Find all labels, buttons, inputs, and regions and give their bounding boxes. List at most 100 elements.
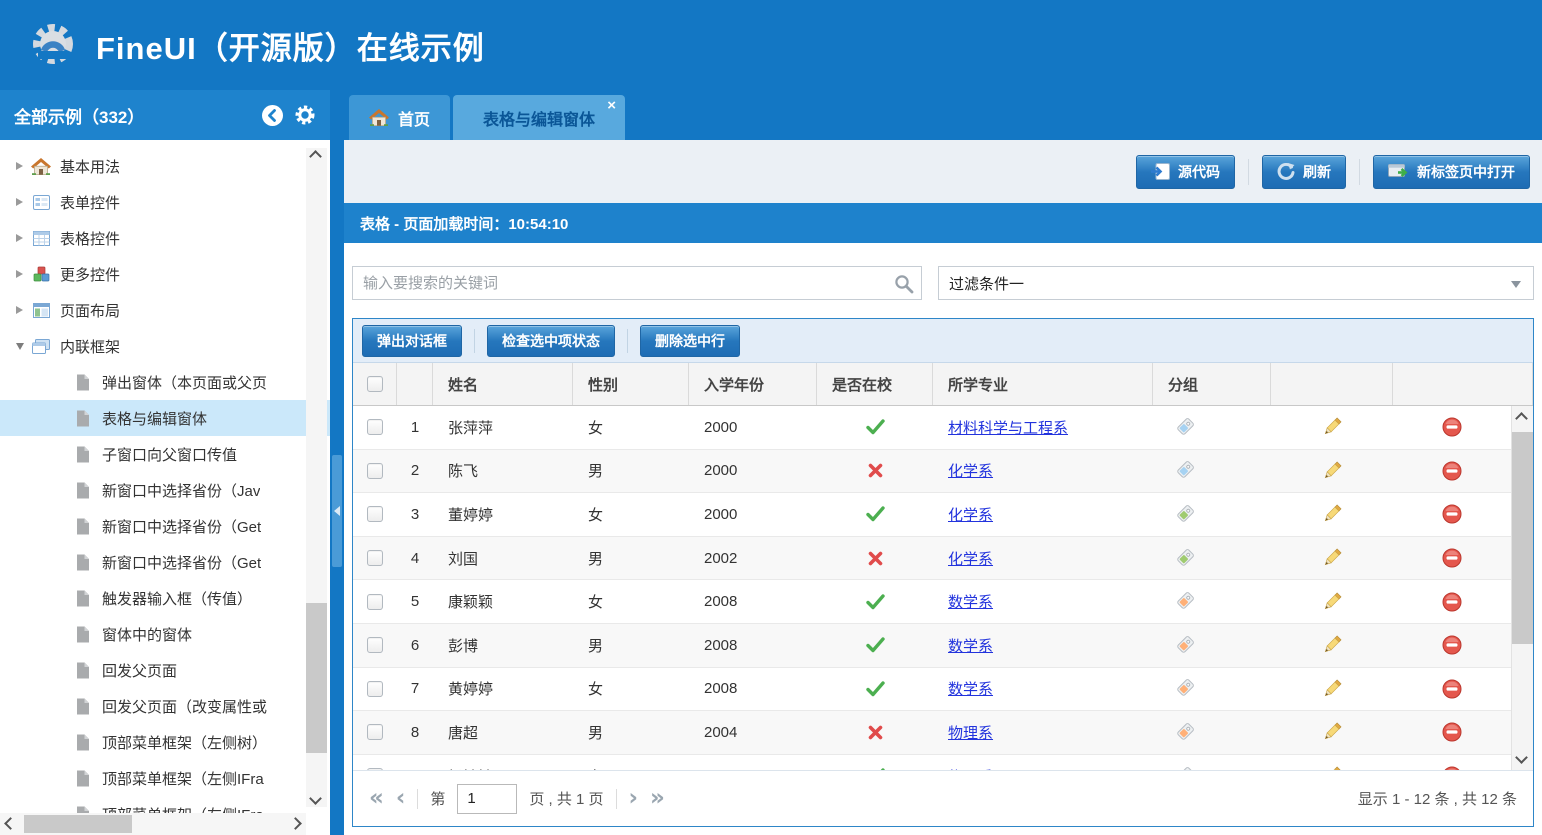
tree-item[interactable]: 更多控件 (0, 256, 330, 292)
tab-active[interactable]: 表格与编辑窗体× (453, 95, 625, 140)
delete-icon[interactable] (1442, 461, 1462, 481)
delete-icon[interactable] (1442, 679, 1462, 699)
column-header-7: 分组 (1153, 363, 1271, 405)
at-school-cell (817, 450, 933, 493)
at-school-cell (817, 624, 933, 667)
edit-icon[interactable] (1321, 460, 1343, 482)
refresh-button[interactable]: 刷新 (1262, 155, 1346, 189)
row-checkbox[interactable] (367, 419, 383, 435)
collapse-circle-icon[interactable] (261, 104, 284, 127)
major-link[interactable]: 化学系 (948, 460, 993, 481)
page-number-input[interactable] (457, 784, 517, 814)
grid-action-button[interactable]: 删除选中行 (640, 325, 740, 357)
close-icon[interactable]: × (607, 98, 616, 113)
scrollbar-thumb[interactable] (24, 815, 132, 833)
sidebar-splitter[interactable] (330, 90, 344, 835)
sidebar-vertical-scrollbar[interactable] (306, 148, 327, 807)
scroll-up-icon[interactable] (1515, 412, 1528, 425)
grid-rows: 1张萍萍女2000材料科学与工程系2陈飞男2000化学系3董婷婷女2000化学系… (353, 406, 1511, 770)
tree-item[interactable]: 子窗口向父窗口传值 (0, 436, 330, 472)
tree-item[interactable]: 内联框架 (0, 328, 330, 364)
tree-item[interactable]: 回发父页面（改变属性或 (0, 688, 330, 724)
first-page-button[interactable]: « (369, 787, 384, 810)
grid-action-button[interactable]: 弹出对话框 (362, 325, 462, 357)
edit-icon[interactable] (1321, 634, 1343, 656)
splitter-collapse-handle[interactable] (332, 455, 342, 567)
chevron-expanded-icon[interactable] (16, 343, 30, 350)
major-link[interactable]: 数学系 (948, 635, 993, 656)
chevron-collapsed-icon[interactable] (16, 270, 30, 278)
chevron-collapsed-icon[interactable] (16, 234, 30, 242)
newtab-button[interactable]: 新标签页中打开 (1373, 155, 1530, 189)
row-checkbox[interactable] (367, 637, 383, 653)
scroll-left-icon[interactable] (4, 817, 17, 830)
search-input[interactable] (353, 267, 921, 299)
tree-item[interactable]: 新窗口中选择省份（Get (0, 508, 330, 544)
major-link[interactable]: 数学系 (948, 591, 993, 612)
tree-item[interactable]: 表格控件 (0, 220, 330, 256)
chevron-collapsed-icon[interactable] (16, 306, 30, 314)
chevron-collapsed-icon[interactable] (16, 198, 30, 206)
filter-dropdown[interactable]: 过滤条件一 (938, 266, 1534, 300)
search-icon[interactable] (894, 274, 914, 299)
row-checkbox[interactable] (367, 506, 383, 522)
tree-item[interactable]: 窗体中的窗体 (0, 616, 330, 652)
edit-icon[interactable] (1321, 721, 1343, 743)
prev-page-button[interactable]: ‹ (396, 787, 405, 810)
scroll-up-icon[interactable] (309, 150, 322, 163)
tree-item[interactable]: 页面布局 (0, 292, 330, 328)
gear-icon[interactable] (294, 104, 316, 126)
edit-icon[interactable] (1321, 591, 1343, 613)
name-cell: 唐超 (433, 711, 573, 754)
row-checkbox[interactable] (367, 681, 383, 697)
tab-home[interactable]: 首页 (349, 95, 450, 140)
edit-icon[interactable] (1321, 678, 1343, 700)
tree-item[interactable]: 顶部菜单框架（左侧IFra (0, 760, 330, 796)
delete-icon[interactable] (1442, 722, 1462, 742)
source-button[interactable]: 源代码 (1136, 155, 1235, 189)
row-checkbox[interactable] (367, 594, 383, 610)
tree-item[interactable]: 触发器输入框（传值） (0, 580, 330, 616)
sidebar-horizontal-scrollbar[interactable] (0, 813, 306, 835)
major-link[interactable]: 材料科学与工程系 (948, 417, 1068, 438)
row-checkbox[interactable] (367, 550, 383, 566)
delete-icon[interactable] (1442, 592, 1462, 612)
tree-item[interactable]: 回发父页面 (0, 652, 330, 688)
edit-icon[interactable] (1321, 416, 1343, 438)
row-checkbox[interactable] (367, 724, 383, 740)
year-cell: 2000 (689, 450, 817, 493)
tree-item[interactable]: 新窗口中选择省份（Jav (0, 472, 330, 508)
tree-item[interactable]: 基本用法 (0, 148, 330, 184)
major-link[interactable]: 物理系 (948, 722, 993, 743)
delete-icon[interactable] (1442, 417, 1462, 437)
tree-item[interactable]: 新窗口中选择省份（Get (0, 544, 330, 580)
major-link[interactable]: 数学系 (948, 678, 993, 699)
delete-icon[interactable] (1442, 548, 1462, 568)
delete-icon[interactable] (1442, 635, 1462, 655)
scroll-right-icon[interactable] (289, 817, 302, 830)
scroll-down-icon[interactable] (1515, 751, 1528, 764)
tree-item[interactable]: 顶部菜单框架（左侧树） (0, 724, 330, 760)
next-page-button[interactable]: › (629, 787, 638, 810)
row-checkbox[interactable] (367, 463, 383, 479)
edit-icon[interactable] (1321, 547, 1343, 569)
chevron-collapsed-icon[interactable] (16, 162, 30, 170)
grid-action-button[interactable]: 检查选中项状态 (487, 325, 615, 357)
scroll-down-icon[interactable] (309, 792, 322, 805)
tree-item[interactable]: 弹出窗体（本页面或父页 (0, 364, 330, 400)
column-header-label: 性别 (588, 374, 618, 395)
scrollbar-thumb[interactable] (306, 603, 327, 753)
row-number-cell: 2 (397, 450, 433, 493)
delete-icon[interactable] (1442, 504, 1462, 524)
major-link[interactable]: 化学系 (948, 504, 993, 525)
tree-item-label: 更多控件 (60, 264, 120, 285)
scrollbar-thumb[interactable] (1512, 432, 1533, 644)
edit-icon[interactable] (1321, 503, 1343, 525)
row-number-cell: 1 (397, 406, 433, 449)
major-link[interactable]: 化学系 (948, 548, 993, 569)
tree-item[interactable]: 表单控件 (0, 184, 330, 220)
tree-item-selected[interactable]: 表格与编辑窗体 (0, 400, 330, 436)
select-all-checkbox[interactable] (367, 376, 383, 392)
last-page-button[interactable]: » (650, 787, 665, 810)
grid-vertical-scrollbar[interactable] (1511, 406, 1533, 770)
